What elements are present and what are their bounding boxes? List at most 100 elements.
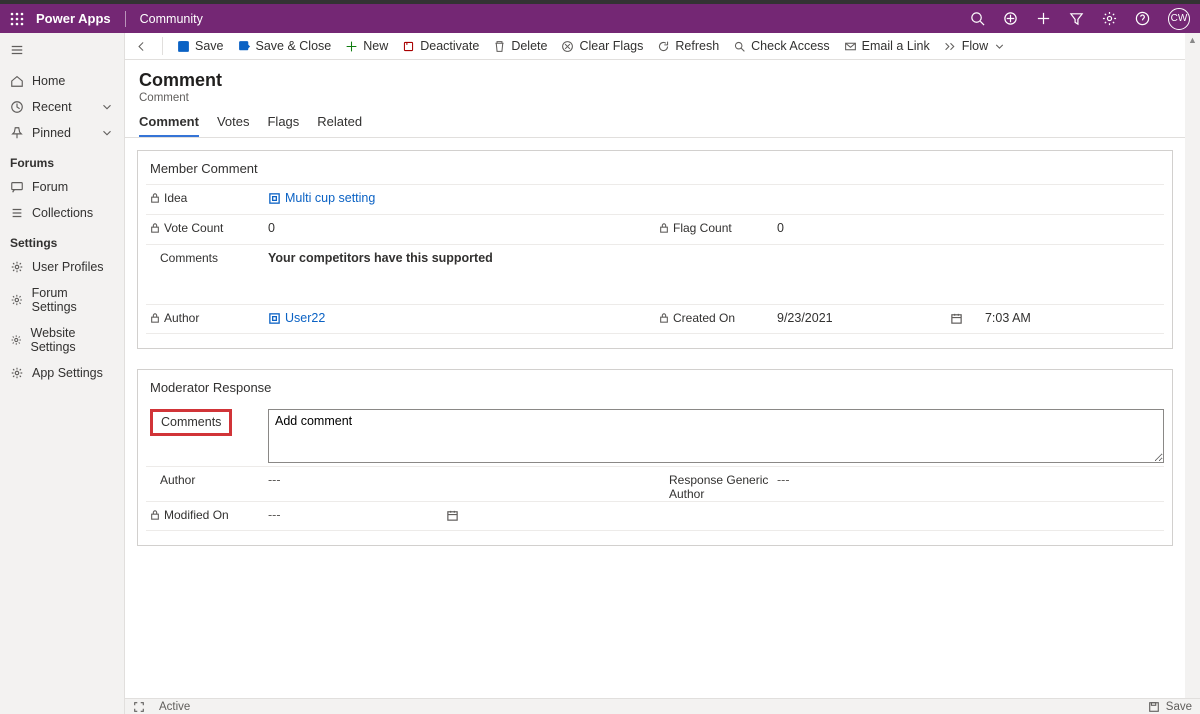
sidebar-item-website-settings[interactable]: Website Settings (0, 320, 124, 360)
status-active: Active (159, 701, 190, 713)
flow-button[interactable]: Flow (944, 39, 1006, 53)
field-label-author: Author (164, 311, 199, 325)
status-save-button[interactable]: Save (1148, 701, 1192, 713)
generic-author-value[interactable]: --- (775, 473, 1164, 487)
context-label: Community (140, 12, 203, 26)
sidebar-item-collections[interactable]: Collections (0, 200, 124, 226)
scroll-up-icon: ▲ (1188, 35, 1197, 45)
member-comments-value: Your competitors have this supported (266, 251, 1164, 265)
fullscreen-icon[interactable] (133, 701, 145, 713)
tab-flags[interactable]: Flags (267, 110, 299, 137)
form-tabs: Comment Votes Flags Related (125, 110, 1200, 138)
sidebar-item-label: Recent (32, 100, 72, 114)
chevron-down-icon (100, 100, 114, 114)
help-icon[interactable] (1135, 11, 1150, 26)
email-icon (844, 40, 857, 53)
sidebar-item-app-settings[interactable]: App Settings (0, 360, 124, 386)
sidebar-item-home[interactable]: Home (0, 68, 124, 94)
page-subtitle: Comment (139, 92, 1186, 104)
filter-icon[interactable] (1069, 11, 1084, 26)
vote-count-value: 0 (266, 221, 655, 235)
calendar-icon (446, 509, 459, 522)
sidebar-item-label: App Settings (32, 366, 103, 380)
chevron-down-icon (100, 126, 114, 140)
field-label-mod-author: Author (160, 473, 195, 487)
main-panel: Save Save & Close New Deactivate Delete … (125, 33, 1200, 714)
field-label-flag-count: Flag Count (673, 221, 732, 235)
calendar-icon (950, 312, 963, 325)
back-button[interactable] (135, 40, 148, 53)
field-label-modified-on: Modified On (164, 508, 229, 522)
sidebar-item-forum-settings[interactable]: Forum Settings (0, 280, 124, 320)
new-button[interactable]: New (345, 39, 388, 53)
sidebar-item-label: Forum Settings (32, 286, 114, 314)
sidebar-item-forum[interactable]: Forum (0, 174, 124, 200)
avatar[interactable]: CW (1168, 8, 1190, 30)
email-link-button[interactable]: Email a Link (844, 39, 930, 53)
scrollbar[interactable]: ▲ (1185, 33, 1200, 699)
created-on-time: 7:03 AM (985, 311, 1031, 325)
field-label-generic-author: Response Generic Author (669, 473, 775, 501)
sidebar-item-pinned[interactable]: Pinned (0, 120, 124, 146)
pin-icon (10, 126, 24, 140)
sidebar-item-label: Collections (32, 206, 93, 220)
sidebar-item-label: Home (32, 74, 65, 88)
deactivate-icon (402, 40, 415, 53)
clear-flags-icon (561, 40, 574, 53)
clock-icon (10, 100, 24, 114)
record-icon (268, 312, 281, 325)
status-bar: Active Save (125, 698, 1200, 714)
brand-separator (125, 11, 126, 27)
author-lookup[interactable]: User22 (266, 311, 655, 325)
form-content: Member Comment Idea Multi cup setting (125, 138, 1200, 714)
refresh-icon (657, 40, 670, 53)
app-launcher-icon[interactable] (10, 12, 24, 26)
section-title: Member Comment (146, 161, 1164, 184)
gear-icon (10, 366, 24, 380)
sidebar-item-label: Forum (32, 180, 68, 194)
idea-lookup[interactable]: Multi cup setting (266, 191, 1164, 205)
section-title: Moderator Response (146, 380, 1164, 403)
page-header: Comment Comment (125, 60, 1200, 110)
save-icon (1148, 701, 1160, 713)
save-icon (177, 40, 190, 53)
modified-on-field: --- (266, 508, 655, 522)
delete-button[interactable]: Delete (493, 39, 547, 53)
check-access-button[interactable]: Check Access (733, 39, 830, 53)
flow-icon (944, 40, 957, 53)
lock-icon (150, 510, 160, 520)
created-on-date: 9/23/2021 (777, 311, 947, 325)
tab-votes[interactable]: Votes (217, 110, 250, 137)
page-title: Comment (139, 70, 1186, 91)
command-bar: Save Save & Close New Deactivate Delete … (125, 33, 1200, 60)
tab-comment[interactable]: Comment (139, 110, 199, 137)
field-label-mod-comments: Comments (150, 409, 232, 436)
gear-icon (10, 333, 23, 347)
deactivate-button[interactable]: Deactivate (402, 39, 479, 53)
gear-icon (10, 293, 24, 307)
gear-icon (10, 260, 24, 274)
target-icon[interactable] (1003, 11, 1018, 26)
sidebar-item-recent[interactable]: Recent (0, 94, 124, 120)
moderator-comments-input[interactable] (268, 409, 1164, 463)
hamburger-icon (10, 43, 24, 57)
lock-icon (659, 313, 669, 323)
plus-icon[interactable] (1036, 11, 1051, 26)
global-header: Power Apps Community CW (0, 4, 1200, 33)
refresh-button[interactable]: Refresh (657, 39, 719, 53)
home-icon (10, 74, 24, 88)
mod-author-value[interactable]: --- (266, 473, 655, 487)
save-button[interactable]: Save (177, 39, 224, 53)
record-icon (268, 192, 281, 205)
created-on-display: 9/23/2021 7:03 AM (775, 311, 1164, 325)
hamburger-button[interactable] (0, 39, 124, 68)
tab-related[interactable]: Related (317, 110, 362, 137)
search-icon[interactable] (970, 11, 985, 26)
field-label-comments: Comments (160, 251, 218, 265)
sidebar-item-label: Website Settings (31, 326, 115, 354)
save-close-button[interactable]: Save & Close (238, 39, 332, 53)
sidebar: Home Recent Pinned Forums Forum Collecti… (0, 33, 125, 714)
gear-icon[interactable] (1102, 11, 1117, 26)
clear-flags-button[interactable]: Clear Flags (561, 39, 643, 53)
sidebar-item-user-profiles[interactable]: User Profiles (0, 254, 124, 280)
